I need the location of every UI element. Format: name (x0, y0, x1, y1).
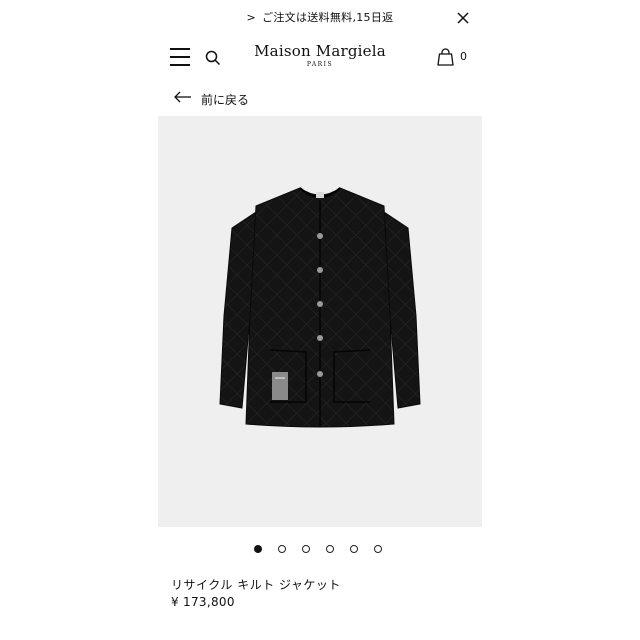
logo-wordmark: Maison Margiela (254, 42, 386, 60)
menu-icon[interactable] (170, 46, 190, 68)
carousel-dot[interactable] (254, 545, 262, 553)
announcement-text[interactable]: > ご注文は送料無料,15日返 (0, 9, 640, 25)
announcement-message: ご注文は送料無料,15日返 (262, 11, 394, 24)
logo-subtitle: PARIS (306, 61, 334, 68)
jacket-illustration (219, 187, 421, 428)
announcement-bar: > ご注文は送料無料,15日返 (0, 0, 640, 36)
product-image[interactable] (158, 116, 482, 527)
close-icon[interactable] (456, 10, 470, 24)
back-link-label: 前に戻る (201, 93, 250, 107)
carousel-dot[interactable] (326, 545, 334, 553)
carousel-dot[interactable] (278, 545, 286, 553)
brand-logo[interactable]: Maison Margiela PARIS (240, 42, 400, 69)
arrow-left-icon (174, 91, 191, 103)
product-price: ¥ 173,800 (171, 595, 235, 609)
cart-count[interactable]: 0 (460, 50, 467, 63)
search-icon[interactable] (205, 50, 221, 66)
carousel-dot[interactable] (374, 545, 382, 553)
carousel-dots (254, 545, 388, 555)
shopping-bag-icon[interactable] (437, 48, 454, 66)
announcement-arrow: > (246, 11, 257, 24)
carousel-dot[interactable] (350, 545, 358, 553)
carousel-dot[interactable] (302, 545, 310, 553)
product-name: リサイクル キルト ジャケット (171, 578, 341, 592)
